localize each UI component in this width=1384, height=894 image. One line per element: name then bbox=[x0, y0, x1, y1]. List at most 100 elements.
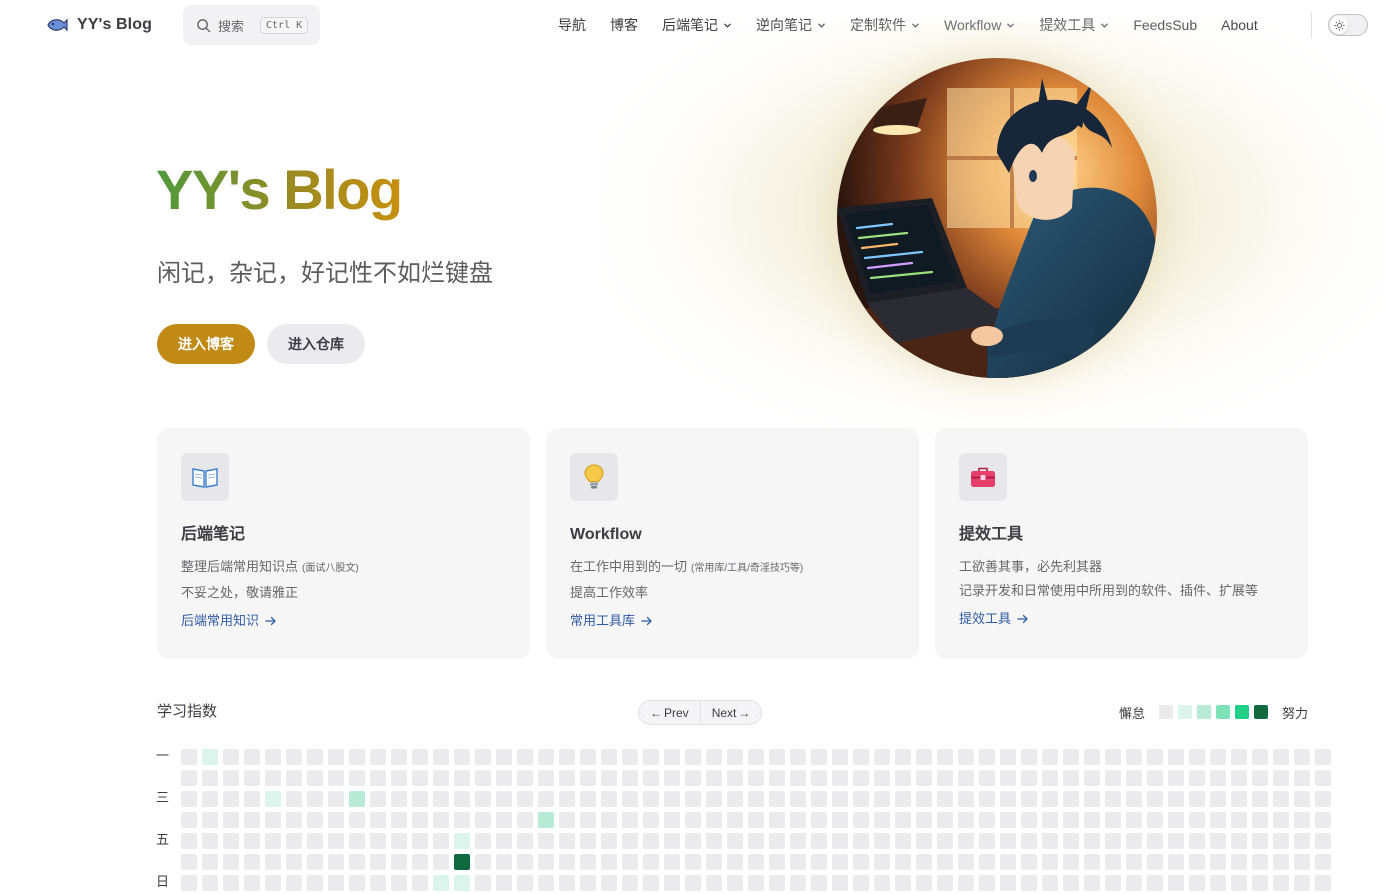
heatmap-cell[interactable] bbox=[958, 770, 974, 786]
heatmap-cell[interactable] bbox=[769, 791, 785, 807]
heatmap-cell[interactable] bbox=[727, 875, 743, 891]
heatmap-cell[interactable] bbox=[349, 770, 365, 786]
heatmap-cell[interactable] bbox=[349, 791, 365, 807]
heatmap-cell[interactable] bbox=[1042, 833, 1058, 849]
heatmap-cell[interactable] bbox=[874, 875, 890, 891]
heatmap-cell[interactable] bbox=[559, 875, 575, 891]
heatmap-cell[interactable] bbox=[307, 833, 323, 849]
heatmap-cell[interactable] bbox=[202, 791, 218, 807]
heatmap-cell[interactable] bbox=[412, 875, 428, 891]
heatmap-cell[interactable] bbox=[895, 749, 911, 765]
heatmap-cell[interactable] bbox=[412, 791, 428, 807]
heatmap-cell[interactable] bbox=[328, 854, 344, 870]
heatmap-cell[interactable] bbox=[1168, 770, 1184, 786]
heatmap-cell[interactable] bbox=[622, 770, 638, 786]
heatmap-cell[interactable] bbox=[475, 791, 491, 807]
heatmap-cell[interactable] bbox=[685, 791, 701, 807]
next-button[interactable]: Next → bbox=[701, 701, 762, 724]
heatmap-cell[interactable] bbox=[1063, 854, 1079, 870]
heatmap-cell[interactable] bbox=[853, 749, 869, 765]
heatmap-cell[interactable] bbox=[874, 770, 890, 786]
heatmap-cell[interactable] bbox=[433, 749, 449, 765]
heatmap-cell[interactable] bbox=[895, 791, 911, 807]
heatmap-cell[interactable] bbox=[601, 770, 617, 786]
heatmap-cell[interactable] bbox=[790, 875, 806, 891]
heatmap-cell[interactable] bbox=[391, 854, 407, 870]
heatmap-cell[interactable] bbox=[538, 812, 554, 828]
heatmap-cell[interactable] bbox=[979, 875, 995, 891]
heatmap-cell[interactable] bbox=[370, 812, 386, 828]
heatmap-cell[interactable] bbox=[307, 749, 323, 765]
heatmap-cell[interactable] bbox=[706, 812, 722, 828]
heatmap-cell[interactable] bbox=[937, 833, 953, 849]
heatmap-cell[interactable] bbox=[958, 833, 974, 849]
heatmap-cell[interactable] bbox=[433, 770, 449, 786]
heatmap-cell[interactable] bbox=[706, 791, 722, 807]
heatmap-cell[interactable] bbox=[412, 770, 428, 786]
heatmap-cell[interactable] bbox=[433, 854, 449, 870]
heatmap-cell[interactable] bbox=[244, 749, 260, 765]
heatmap-cell[interactable] bbox=[454, 854, 470, 870]
heatmap-cell[interactable] bbox=[454, 791, 470, 807]
heatmap-cell[interactable] bbox=[1105, 791, 1121, 807]
heatmap-cell[interactable] bbox=[202, 812, 218, 828]
heatmap-cell[interactable] bbox=[1189, 875, 1205, 891]
heatmap-cell[interactable] bbox=[874, 854, 890, 870]
heatmap-cell[interactable] bbox=[979, 833, 995, 849]
heatmap-cell[interactable] bbox=[1042, 875, 1058, 891]
heatmap-cell[interactable] bbox=[370, 791, 386, 807]
heatmap-cell[interactable] bbox=[1147, 812, 1163, 828]
heatmap-cell[interactable] bbox=[1273, 749, 1289, 765]
heatmap-cell[interactable] bbox=[1042, 812, 1058, 828]
heatmap-cell[interactable] bbox=[412, 854, 428, 870]
heatmap-cell[interactable] bbox=[1273, 875, 1289, 891]
heatmap-cell[interactable] bbox=[832, 749, 848, 765]
heatmap-cell[interactable] bbox=[937, 749, 953, 765]
heatmap-cell[interactable] bbox=[643, 854, 659, 870]
heatmap-cell[interactable] bbox=[748, 854, 764, 870]
heatmap-cell[interactable] bbox=[1021, 854, 1037, 870]
nav-item-3[interactable]: 逆向笔记 bbox=[744, 15, 838, 35]
heatmap-cell[interactable] bbox=[1189, 749, 1205, 765]
heatmap-cell[interactable] bbox=[391, 875, 407, 891]
heatmap-cell[interactable] bbox=[1252, 854, 1268, 870]
heatmap-cell[interactable] bbox=[1084, 770, 1100, 786]
heatmap-cell[interactable] bbox=[244, 875, 260, 891]
heatmap-cell[interactable] bbox=[811, 854, 827, 870]
heatmap-cell[interactable] bbox=[580, 749, 596, 765]
heatmap-cell[interactable] bbox=[706, 770, 722, 786]
heatmap-cell[interactable] bbox=[1210, 770, 1226, 786]
heatmap-cell[interactable] bbox=[1147, 791, 1163, 807]
heatmap-cell[interactable] bbox=[601, 875, 617, 891]
heatmap-cell[interactable] bbox=[685, 812, 701, 828]
heatmap-cell[interactable] bbox=[580, 833, 596, 849]
heatmap-cell[interactable] bbox=[223, 749, 239, 765]
heatmap-cell[interactable] bbox=[202, 854, 218, 870]
heatmap-cell[interactable] bbox=[1042, 854, 1058, 870]
heatmap-cell[interactable] bbox=[895, 812, 911, 828]
heatmap-cell[interactable] bbox=[349, 854, 365, 870]
heatmap-cell[interactable] bbox=[265, 812, 281, 828]
heatmap-cell[interactable] bbox=[517, 875, 533, 891]
heatmap-cell[interactable] bbox=[853, 812, 869, 828]
heatmap-cell[interactable] bbox=[559, 791, 575, 807]
heatmap-cell[interactable] bbox=[832, 770, 848, 786]
heatmap-cell[interactable] bbox=[307, 791, 323, 807]
heatmap-cell[interactable] bbox=[664, 875, 680, 891]
heatmap-cell[interactable] bbox=[790, 791, 806, 807]
heatmap-cell[interactable] bbox=[1063, 749, 1079, 765]
heatmap-cell[interactable] bbox=[685, 854, 701, 870]
heatmap-cell[interactable] bbox=[1042, 749, 1058, 765]
heatmap-cell[interactable] bbox=[496, 875, 512, 891]
heatmap-cell[interactable] bbox=[832, 812, 848, 828]
heatmap-cell[interactable] bbox=[622, 833, 638, 849]
heatmap-cell[interactable] bbox=[286, 770, 302, 786]
heatmap-cell[interactable] bbox=[223, 833, 239, 849]
heatmap-cell[interactable] bbox=[727, 833, 743, 849]
heatmap-cell[interactable] bbox=[1315, 875, 1331, 891]
heatmap-cell[interactable] bbox=[580, 770, 596, 786]
heatmap-cell[interactable] bbox=[748, 875, 764, 891]
heatmap-cell[interactable] bbox=[370, 854, 386, 870]
heatmap-cell[interactable] bbox=[580, 875, 596, 891]
heatmap-cell[interactable] bbox=[181, 770, 197, 786]
